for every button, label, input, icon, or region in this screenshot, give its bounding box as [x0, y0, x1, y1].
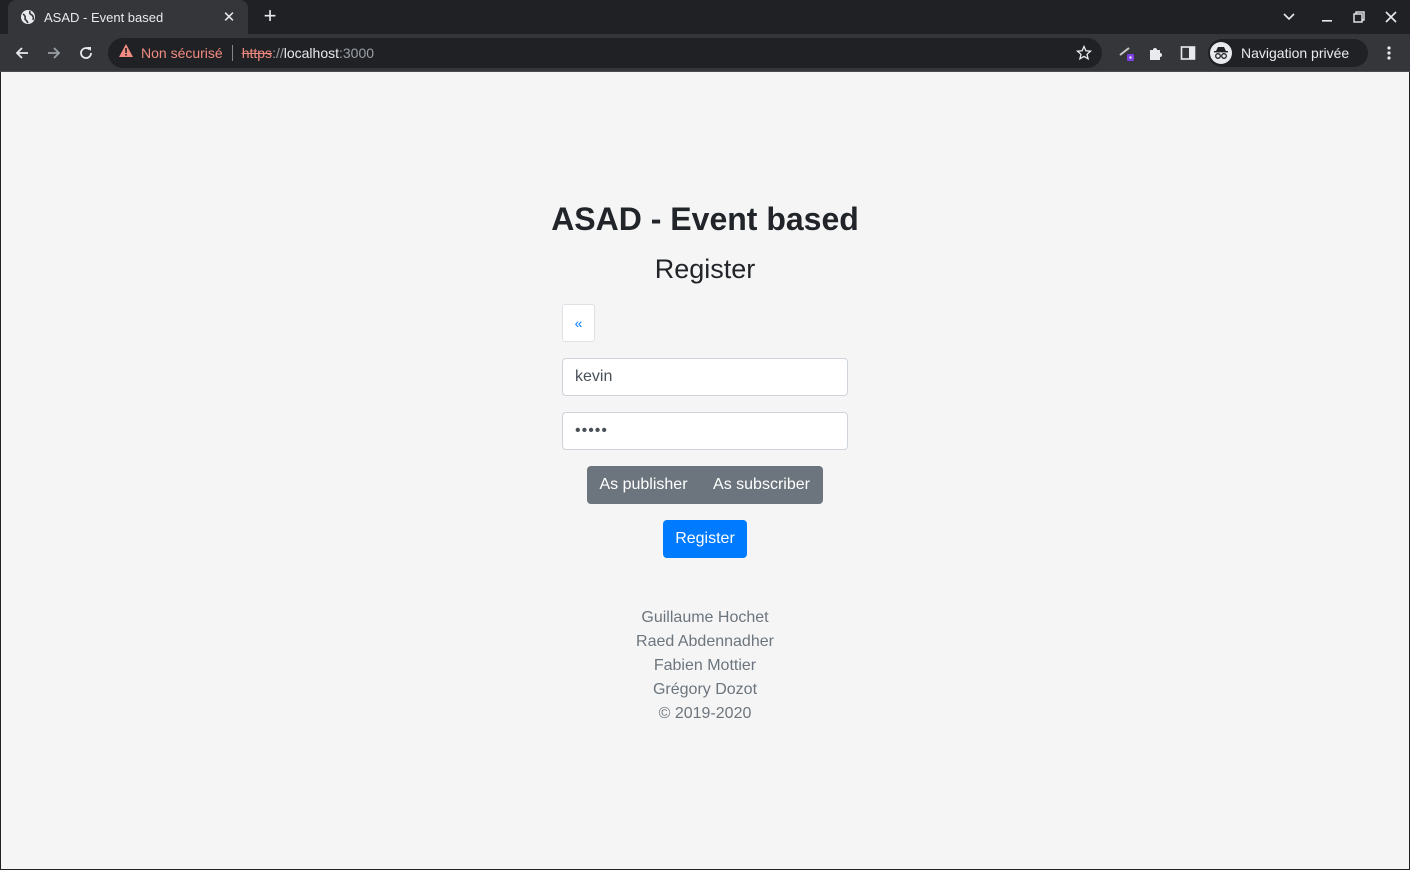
new-tab-button[interactable]: +	[258, 5, 282, 29]
url-port: :3000	[339, 45, 375, 61]
security-label: Non sécurisé	[141, 45, 223, 61]
restore-icon[interactable]	[1349, 7, 1369, 27]
as-subscriber-button[interactable]: As subscriber	[700, 466, 823, 504]
extensions-puzzle-icon[interactable]	[1142, 39, 1170, 67]
back-button[interactable]: «	[562, 304, 595, 342]
password-input[interactable]	[562, 412, 848, 450]
globe-icon	[20, 9, 36, 25]
browser-tab[interactable]: ASAD - Event based ✕	[8, 0, 248, 34]
browser-toolbar: Non sécurisé https://localhost:3000 Navi…	[0, 34, 1410, 72]
as-publisher-button[interactable]: As publisher	[587, 466, 700, 504]
forward-arrow-icon[interactable]	[40, 39, 68, 67]
page-viewport: ASAD - Event based Register « As publish…	[1, 72, 1409, 869]
username-input[interactable]	[562, 358, 848, 396]
reload-icon[interactable]	[72, 39, 100, 67]
omnibox-separator	[231, 45, 233, 61]
warning-triangle-icon	[118, 43, 134, 63]
incognito-icon	[1210, 42, 1232, 64]
incognito-profile-button[interactable]: Navigation privée	[1208, 39, 1368, 67]
url-scheme: https	[241, 45, 273, 61]
bookmark-star-icon[interactable]	[1074, 43, 1094, 63]
security-warning[interactable]: Non sécurisé	[118, 43, 223, 63]
minimize-icon[interactable]	[1317, 7, 1337, 27]
kebab-menu-icon[interactable]	[1375, 39, 1403, 67]
url-scheme-separator: ://	[272, 45, 284, 61]
page-subtitle: Register	[654, 254, 756, 284]
credit-line: Grégory Dozot	[652, 681, 758, 698]
url-text[interactable]: https://localhost:3000	[242, 45, 374, 61]
copyright-line: © 2019-2020	[658, 705, 752, 722]
side-panel-icon[interactable]	[1174, 39, 1202, 67]
tab-close-icon[interactable]: ✕	[220, 8, 238, 26]
tab-strip: ASAD - Event based ✕ +	[0, 0, 1410, 34]
address-bar[interactable]: Non sécurisé https://localhost:3000	[108, 38, 1102, 68]
incognito-label: Navigation privée	[1241, 45, 1350, 61]
register-button[interactable]: Register	[663, 520, 747, 558]
credit-line: Fabien Mottier	[653, 657, 757, 674]
credit-line: Raed Abdennadher	[636, 633, 774, 650]
credit-line: Guillaume Hochet	[641, 609, 769, 626]
footer-credits: Guillaume Hochet Raed Abdennadher Fabien…	[562, 606, 848, 726]
app-title: ASAD - Event based	[551, 201, 859, 237]
extension-pen-icon[interactable]	[1112, 39, 1140, 67]
tab-title: ASAD - Event based	[44, 9, 164, 25]
tab-search-chevron-icon[interactable]	[1279, 7, 1299, 27]
back-arrow-icon[interactable]	[8, 39, 36, 67]
role-toggle-group: As publisher As subscriber	[587, 466, 823, 504]
close-window-icon[interactable]	[1381, 7, 1401, 27]
url-host: localhost	[283, 45, 339, 61]
